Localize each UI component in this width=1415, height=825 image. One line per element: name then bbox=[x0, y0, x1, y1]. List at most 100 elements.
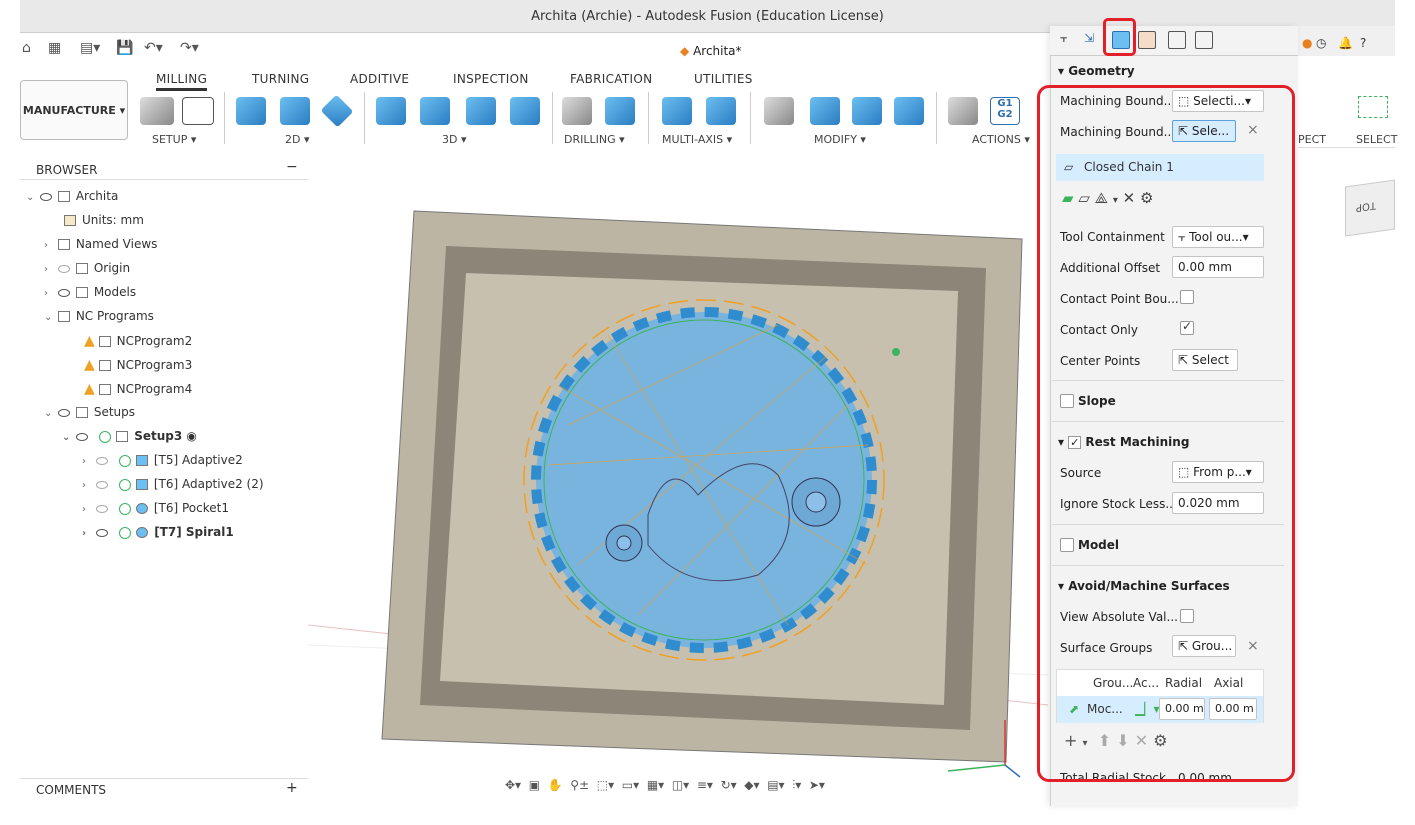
browser-item-setup3[interactable]: ⌄ Setup3 ◉ bbox=[62, 429, 197, 443]
check-icon bbox=[99, 430, 112, 443]
active-setup-icon: ◉ bbox=[186, 429, 197, 443]
home-icon[interactable]: ⌂ bbox=[22, 40, 31, 56]
tab-turning[interactable]: TURNING bbox=[252, 72, 309, 86]
nc-program-icon bbox=[98, 360, 111, 371]
modify-tool-icon[interactable] bbox=[894, 97, 924, 125]
heights-tab-icon[interactable] bbox=[1138, 31, 1156, 49]
browser-item-units[interactable]: Units: mm bbox=[64, 213, 144, 227]
group-inspect[interactable]: PECT bbox=[1298, 133, 1326, 146]
fit-icon[interactable]: ⬚▾ bbox=[597, 778, 614, 792]
linking-tab-icon[interactable] bbox=[1168, 31, 1186, 49]
browser-item-root[interactable]: ⌄ Archita bbox=[26, 189, 118, 203]
save-icon[interactable]: 💾 bbox=[116, 40, 133, 56]
group-2d[interactable]: 2D ▾ bbox=[285, 133, 310, 146]
add-comment-button[interactable]: + bbox=[286, 780, 298, 796]
tab-inspection[interactable]: INSPECTION bbox=[453, 72, 529, 86]
post-tab-icon[interactable] bbox=[1195, 31, 1213, 49]
workspace-switcher[interactable]: MANUFACTURE ▾ bbox=[20, 80, 128, 140]
help-icon[interactable]: ? bbox=[1360, 36, 1366, 50]
steep-shallow-icon[interactable] bbox=[466, 97, 496, 125]
3d-adaptive-icon[interactable] bbox=[376, 97, 406, 125]
post-process-icon[interactable]: G1 G2 bbox=[990, 97, 1020, 125]
viewports-icon[interactable]: ◫▾ bbox=[672, 778, 689, 792]
simulation-icon[interactable]: ▤▾ bbox=[767, 778, 784, 792]
hole-recognition-icon[interactable] bbox=[605, 97, 635, 125]
browser-item-ncprogram2[interactable]: ▲ NCProgram2 bbox=[84, 333, 192, 349]
stock-display-icon[interactable]: ◆▾ bbox=[744, 778, 759, 792]
tab-milling[interactable]: MILLING bbox=[156, 72, 208, 91]
notification-icon[interactable]: 🔔 bbox=[1338, 36, 1353, 50]
separator bbox=[648, 92, 649, 144]
adaptive-icon bbox=[135, 455, 148, 466]
drill-icon[interactable] bbox=[562, 97, 592, 125]
tool-display-icon[interactable]: ⫶▾ bbox=[792, 778, 801, 792]
comments-bar[interactable]: COMMENTS + bbox=[20, 778, 308, 800]
file-icon[interactable]: ▤▾ bbox=[80, 40, 100, 56]
eye-hidden-icon bbox=[57, 264, 70, 273]
browser-item-pocket1[interactable]: › [T6] Pocket1 bbox=[82, 501, 229, 515]
2d-adaptive-icon[interactable] bbox=[236, 97, 266, 125]
select-icon[interactable] bbox=[1358, 96, 1388, 118]
nc-program-icon bbox=[98, 336, 111, 347]
pan-icon[interactable]: ✋ bbox=[548, 778, 563, 792]
axis-z-line bbox=[1004, 764, 1021, 778]
zoom-icon[interactable]: ⚲± bbox=[570, 778, 589, 792]
browser-item-named-views[interactable]: › Named Views bbox=[44, 237, 157, 251]
tab-additive[interactable]: ADDITIVE bbox=[350, 72, 409, 86]
separator bbox=[936, 92, 937, 144]
browser-item-setups[interactable]: ⌄ Setups bbox=[44, 405, 135, 419]
grid-icon[interactable]: ▦ bbox=[48, 40, 61, 56]
geometry-header[interactable]: ▾ Geometry bbox=[1058, 64, 1135, 78]
view-cube[interactable]: TOP bbox=[1345, 179, 1395, 237]
browser-item-spiral1[interactable]: › [T7] Spiral1 bbox=[82, 525, 234, 539]
modify-cut-icon[interactable] bbox=[764, 97, 794, 125]
grid-settings-icon[interactable]: ▦▾ bbox=[647, 778, 664, 792]
nc-program-icon[interactable] bbox=[182, 97, 214, 125]
undo-icon[interactable]: ↶▾ bbox=[144, 40, 163, 56]
tool-tab-icon[interactable]: ⫟ bbox=[1060, 31, 1078, 49]
parallel-icon[interactable] bbox=[510, 97, 540, 125]
face-icon[interactable] bbox=[320, 94, 354, 128]
separator bbox=[224, 92, 225, 144]
passes-tab-icon[interactable]: ⇲ bbox=[1084, 31, 1102, 49]
display-settings-icon[interactable]: ▭▾ bbox=[622, 778, 639, 792]
document-icon bbox=[64, 215, 76, 226]
document-tab[interactable]: ◆ Archita* bbox=[680, 44, 742, 58]
collapse-browser-button[interactable]: − bbox=[286, 159, 298, 175]
eye-hidden-icon bbox=[95, 456, 108, 465]
redo-icon[interactable]: ↷▾ bbox=[180, 40, 199, 56]
rotate-icon[interactable]: ↻▾ bbox=[721, 778, 737, 792]
orbit-icon[interactable]: ✥▾ bbox=[505, 778, 521, 792]
highlight-geometry-panel bbox=[1037, 85, 1295, 782]
nc-program-icon bbox=[98, 384, 111, 395]
2d-pocket-icon[interactable] bbox=[280, 97, 310, 125]
tab-utilities[interactable]: UTILITIES bbox=[694, 72, 753, 86]
multi-axis-icon[interactable] bbox=[662, 97, 692, 125]
separator bbox=[364, 92, 365, 144]
browser-item-ncprogram4[interactable]: ▲ NCProgram4 bbox=[84, 381, 192, 397]
browser-item-origin[interactable]: › Origin bbox=[44, 261, 130, 275]
browser-item-nc-programs[interactable]: ⌄ NC Programs bbox=[44, 309, 154, 323]
3d-pocket-icon[interactable] bbox=[420, 97, 450, 125]
toolpath-display-icon[interactable]: ➤▾ bbox=[809, 778, 825, 792]
browser-item-models[interactable]: › Models bbox=[44, 285, 136, 299]
window-title: Archita (Archie) - Autodesk Fusion (Educ… bbox=[531, 9, 884, 24]
look-at-icon[interactable]: ▣ bbox=[529, 778, 540, 792]
group-setup[interactable]: SETUP ▾ bbox=[152, 133, 196, 146]
component-icon bbox=[57, 191, 70, 202]
group-select[interactable]: SELECT bbox=[1356, 133, 1397, 146]
modify-edit-icon[interactable] bbox=[852, 97, 882, 125]
browser-item-ncprogram3[interactable]: ▲ NCProgram3 bbox=[84, 357, 192, 373]
setup-folder-icon[interactable] bbox=[140, 97, 174, 125]
swarf-icon[interactable] bbox=[706, 97, 736, 125]
browser-item-adaptive2-2[interactable]: › [T6] Adaptive2 (2) bbox=[82, 477, 264, 491]
viewport-canvas[interactable] bbox=[308, 145, 1048, 805]
job-status-icon[interactable]: ● bbox=[1302, 36, 1312, 50]
simulate-icon[interactable] bbox=[948, 97, 978, 125]
modify-delete-icon[interactable] bbox=[810, 97, 840, 125]
tab-fabrication[interactable]: FABRICATION bbox=[570, 72, 652, 86]
browser-item-adaptive2[interactable]: › [T5] Adaptive2 bbox=[82, 453, 243, 467]
section-icon[interactable]: ≡▾ bbox=[697, 778, 713, 792]
eye-icon bbox=[57, 408, 70, 417]
clock-icon[interactable]: ◷ bbox=[1316, 36, 1326, 50]
